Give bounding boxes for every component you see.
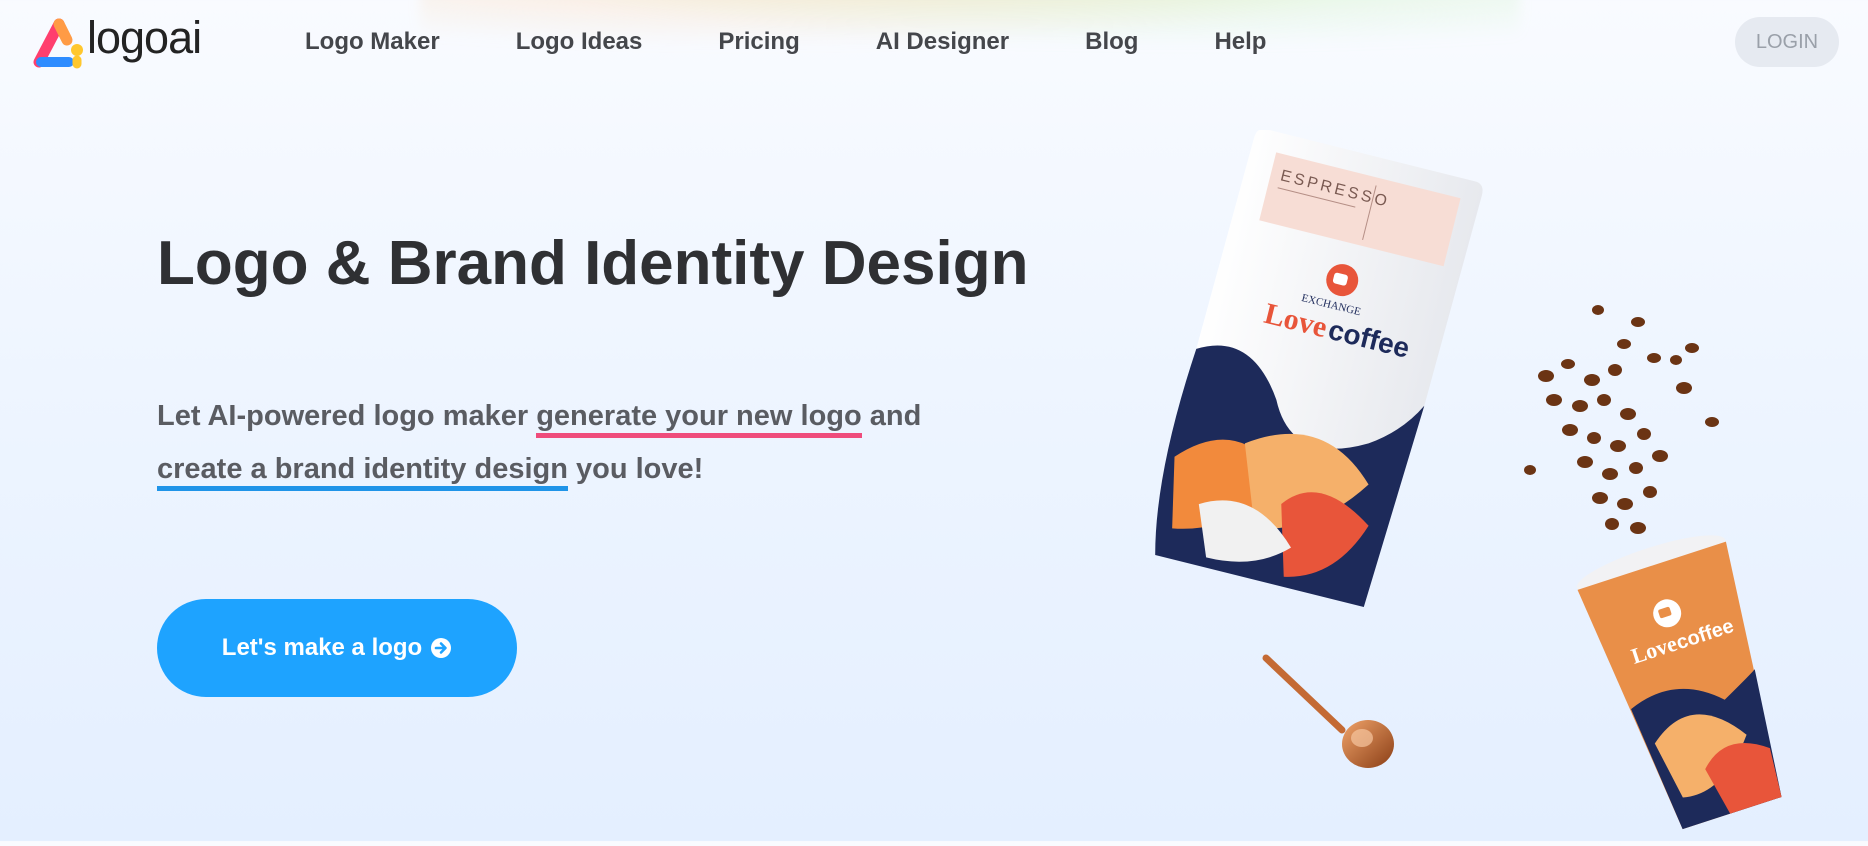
coffee-bag: ESPRESSO EXCHANGE Love coffee — [1155, 128, 1483, 608]
site-header: logoai Logo Maker Logo Ideas Pricing AI … — [0, 0, 1868, 88]
nav-logo-ideas[interactable]: Logo Ideas — [516, 28, 643, 56]
brand-logo[interactable]: logoai — [33, 12, 202, 70]
subtitle-highlight-generate: generate your new logo — [536, 400, 862, 438]
make-logo-label: Let's make a logo — [221, 634, 423, 661]
nav-pricing[interactable]: Pricing — [718, 28, 799, 56]
subtitle-text-2: and — [861, 400, 922, 432]
subtitle-highlight-brand: create a brand identity design — [157, 453, 568, 491]
login-button[interactable]: LOGIN — [1735, 17, 1839, 67]
nav-blog[interactable]: Blog — [1085, 28, 1138, 56]
nav-logo-maker[interactable]: Logo Maker — [305, 28, 440, 56]
coffee-product-illustration: ESPRESSO EXCHANGE Love coffee Love coffe… — [1155, 128, 1782, 830]
make-logo-button[interactable]: Let's make a logo — [157, 599, 517, 697]
hero-subtitle: Let AI-powered logo maker generate your … — [157, 390, 1017, 496]
arrow-circle-right-icon — [431, 638, 452, 658]
coffee-beans — [1524, 305, 1719, 534]
page-title: Logo & Brand Identity Design — [157, 229, 1029, 298]
logoai-mark-icon — [33, 18, 83, 69]
coffee-scoop — [1262, 654, 1394, 768]
hero-illustration: ESPRESSO EXCHANGE Love coffee Love coffe… — [1080, 128, 1840, 841]
coffee-cup: Love coffee — [1576, 535, 1782, 830]
subtitle-text-1: Let AI-powered logo maker — [157, 400, 537, 432]
nav-help[interactable]: Help — [1214, 28, 1266, 56]
subtitle-text-3: you love! — [567, 453, 704, 485]
main-nav: Logo Maker Logo Ideas Pricing AI Designe… — [305, 28, 1266, 56]
nav-ai-designer[interactable]: AI Designer — [876, 28, 1009, 56]
brand-name: logoai — [87, 12, 202, 63]
